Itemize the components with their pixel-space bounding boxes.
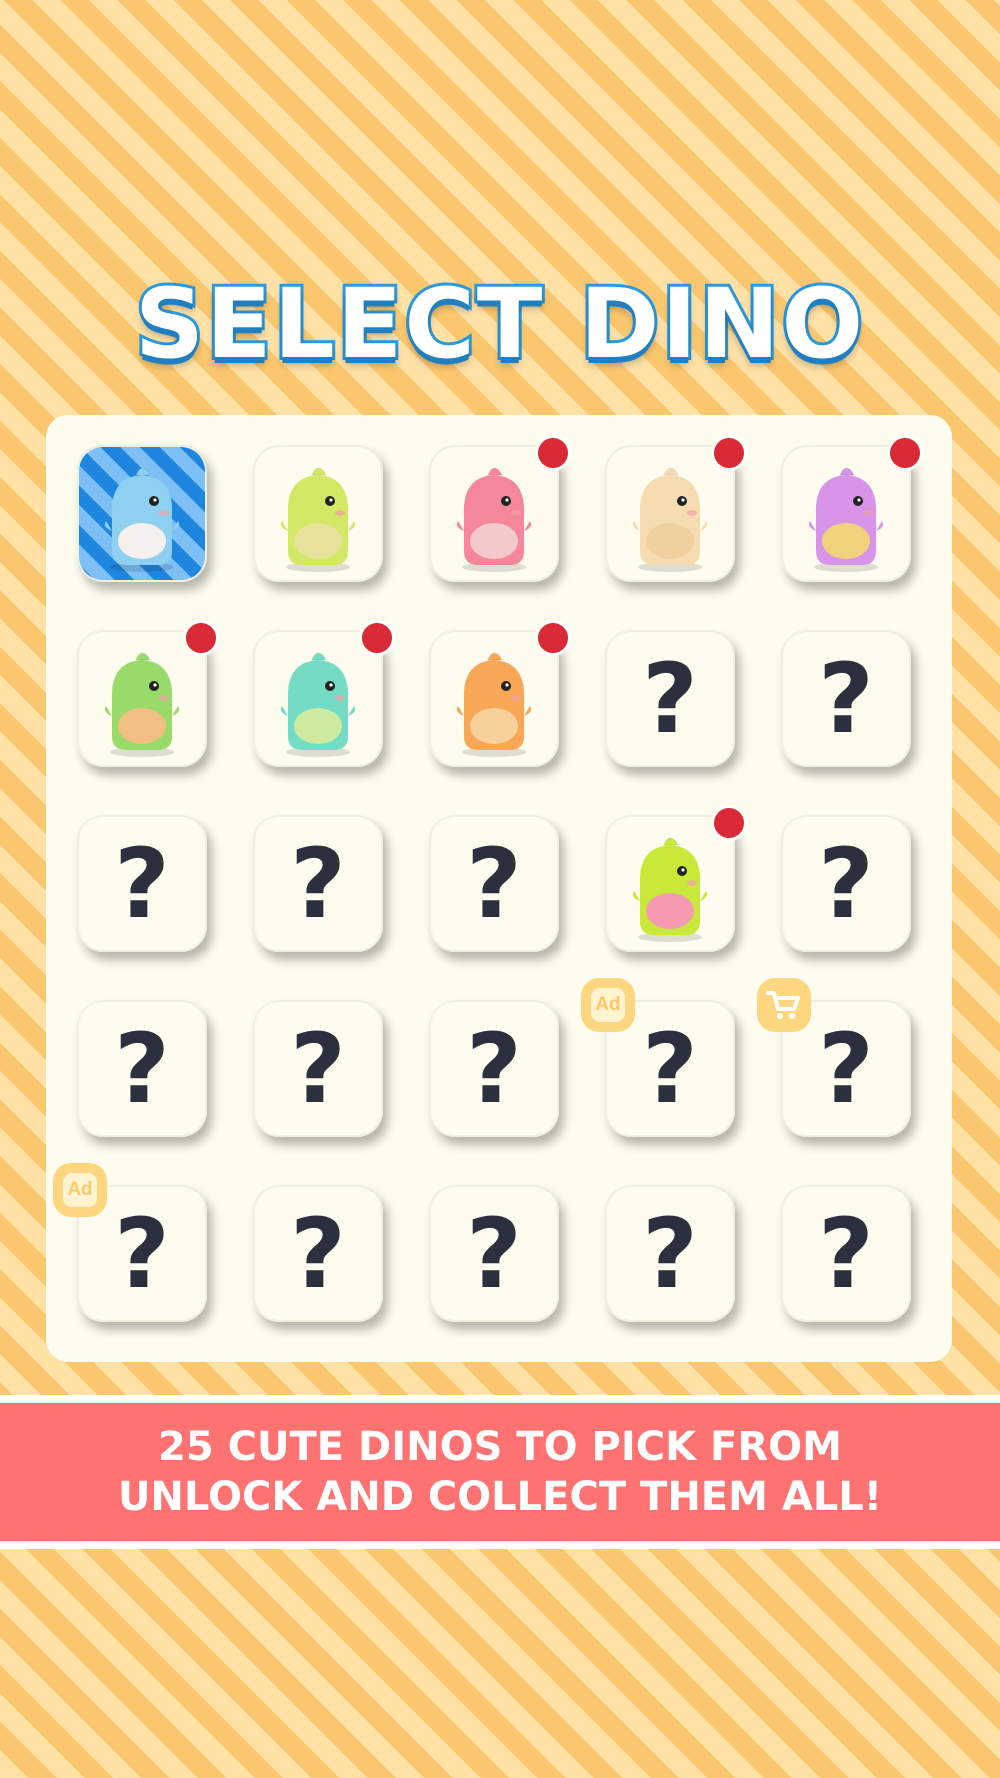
new-indicator-dot [359, 620, 395, 656]
dino-figure-icon [632, 837, 708, 942]
locked-dino-slot[interactable]: ? [253, 1185, 383, 1322]
question-mark-icon: ? [114, 1197, 170, 1310]
ad-label: Ad [588, 985, 628, 1025]
promo-banner: 25 CUTE DINOS TO PICK FROM UNLOCK AND CO… [0, 1395, 1000, 1549]
locked-dino-slot[interactable]: ? [605, 1185, 735, 1322]
dino-figure-icon [456, 652, 532, 757]
banner-line-1: 25 CUTE DINOS TO PICK FROM [158, 1424, 842, 1470]
watch-ad-badge[interactable]: Ad [581, 978, 635, 1032]
dino-figure-icon [632, 467, 708, 572]
locked-dino-slot[interactable]: ? [781, 815, 911, 952]
question-mark-icon: ? [818, 1197, 874, 1310]
locked-dino-slot[interactable]: ? [253, 1000, 383, 1137]
question-mark-icon: ? [114, 1012, 170, 1125]
dino-figure-icon [104, 652, 180, 757]
question-mark-icon: ? [642, 1012, 698, 1125]
dino-figure-icon [456, 467, 532, 572]
question-mark-icon: ? [818, 827, 874, 940]
dino-figure-icon [808, 467, 884, 572]
question-mark-icon: ? [290, 1012, 346, 1125]
locked-dino-slot[interactable]: ? [781, 1185, 911, 1322]
new-indicator-dot [535, 435, 571, 471]
shop-cart-badge[interactable] [757, 978, 811, 1032]
new-indicator-dot [711, 435, 747, 471]
locked-dino-slot[interactable]: ? [77, 815, 207, 952]
dino-slot[interactable] [253, 445, 383, 582]
banner-line-2: UNLOCK AND COLLECT THEM ALL! [117, 1474, 883, 1520]
ad-label: Ad [60, 1170, 100, 1210]
new-indicator-dot [711, 805, 747, 841]
locked-dino-slot[interactable]: ? [429, 1185, 559, 1322]
dino-figure-icon [280, 467, 356, 572]
question-mark-icon: ? [642, 642, 698, 755]
question-mark-icon: ? [818, 642, 874, 755]
question-mark-icon: ? [642, 1197, 698, 1310]
watch-ad-badge[interactable]: Ad [53, 1163, 107, 1217]
locked-dino-slot[interactable]: ? [429, 815, 559, 952]
locked-dino-slot[interactable]: ? [253, 815, 383, 952]
locked-dino-slot[interactable]: ? [77, 1000, 207, 1137]
dino-figure-icon [280, 652, 356, 757]
select-dino-title: SELECT DINO [132, 265, 866, 383]
question-mark-icon: ? [466, 1012, 522, 1125]
locked-dino-slot[interactable]: ? [781, 630, 911, 767]
selected-dino-slot[interactable] [77, 445, 207, 582]
question-mark-icon: ? [290, 827, 346, 940]
new-indicator-dot [887, 435, 923, 471]
dino-grid-panel: ????? ????? Ad? ? Ad???? [46, 415, 952, 1362]
locked-dino-slot[interactable]: ? [429, 1000, 559, 1137]
question-mark-icon: ? [466, 1197, 522, 1310]
question-mark-icon: ? [290, 1197, 346, 1310]
new-indicator-dot [183, 620, 219, 656]
question-mark-icon: ? [818, 1012, 874, 1125]
question-mark-icon: ? [466, 827, 522, 940]
new-indicator-dot [535, 620, 571, 656]
dino-figure-icon [104, 467, 180, 572]
locked-dino-slot[interactable]: ? [605, 630, 735, 767]
question-mark-icon: ? [114, 827, 170, 940]
shopping-cart-icon [766, 991, 800, 1019]
